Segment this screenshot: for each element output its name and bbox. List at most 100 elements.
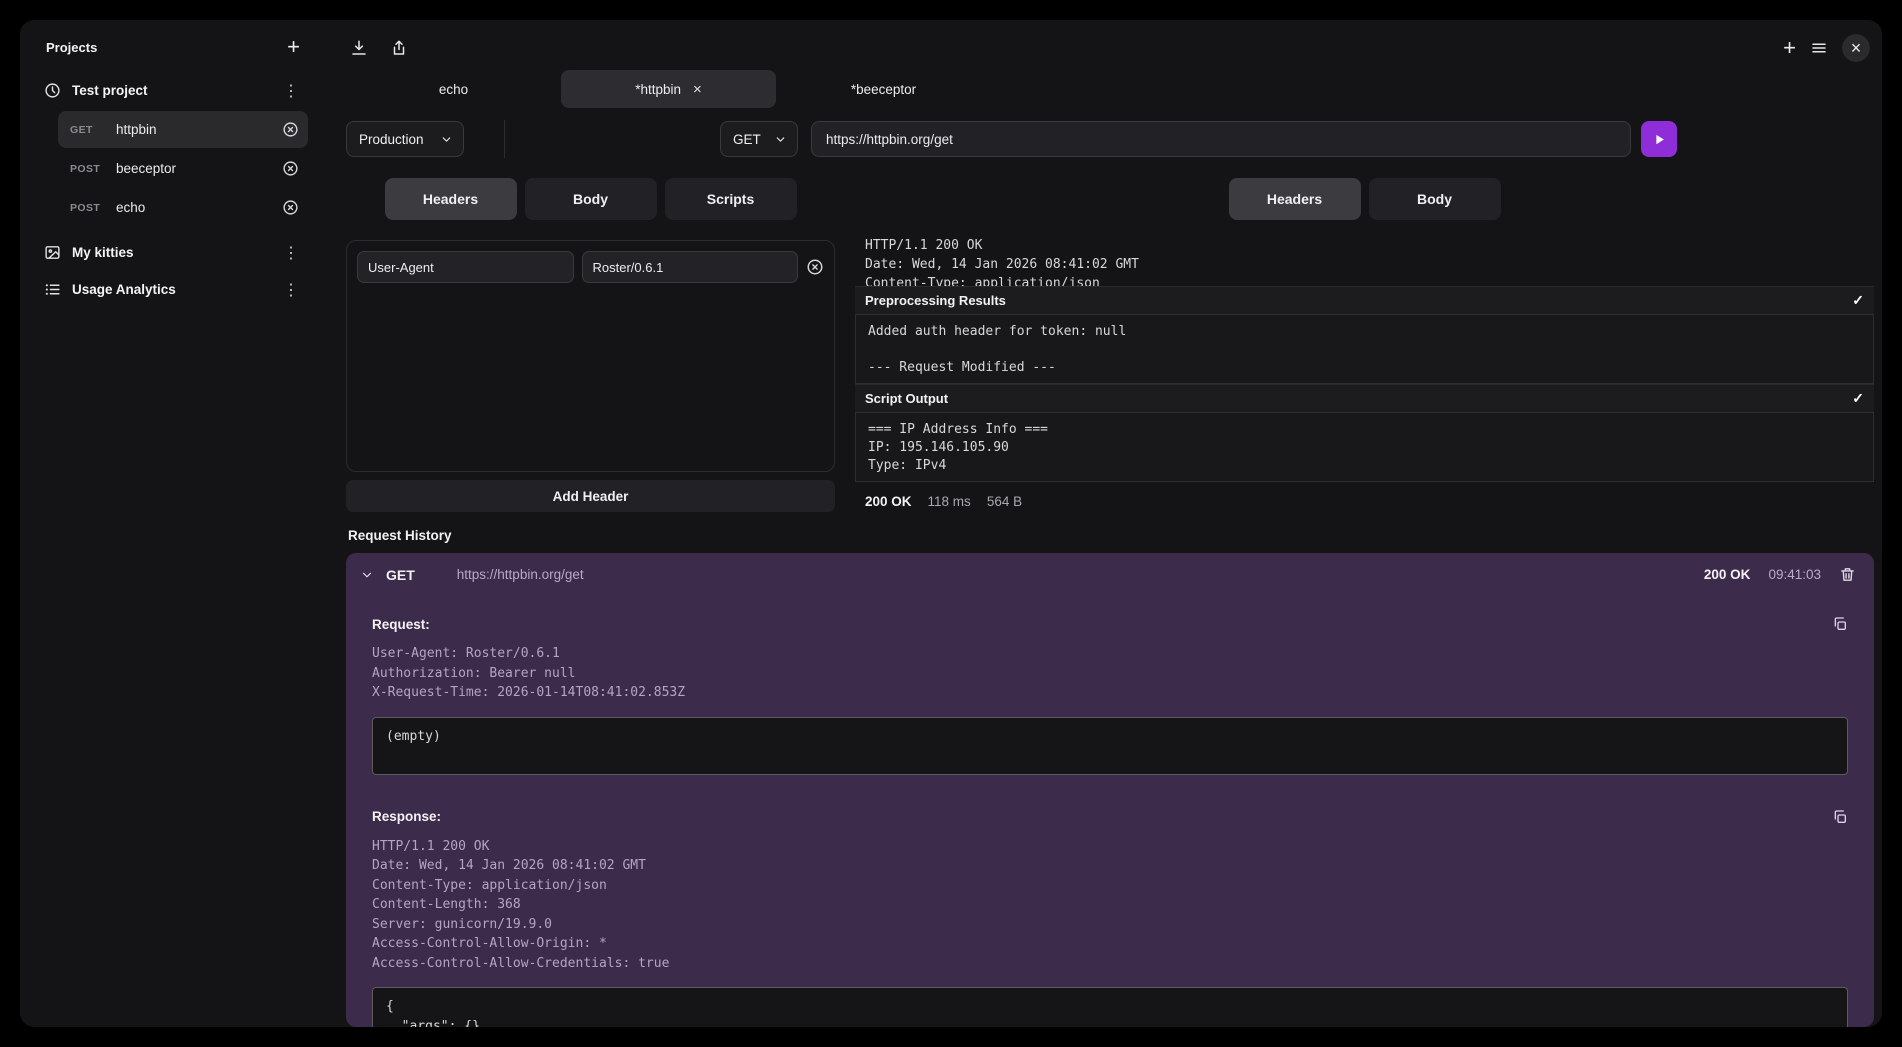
status-code: 200 OK <box>865 494 912 509</box>
request-panel-tabs: Headers Body Scripts <box>346 178 835 220</box>
header-key-input[interactable] <box>357 251 574 283</box>
sidebar-request-httpbin[interactable]: GET httpbin <box>58 111 308 148</box>
clock-icon <box>44 82 61 99</box>
main-area: + × echo *httpbin × *beeceptor Productio… <box>320 20 1882 1027</box>
check-icon: ✓ <box>1852 390 1864 407</box>
environment-value: Production <box>359 132 424 147</box>
check-icon: ✓ <box>1852 292 1864 309</box>
play-icon <box>1652 132 1667 147</box>
header-row <box>357 251 824 283</box>
tab-request-headers[interactable]: Headers <box>385 178 517 220</box>
project-name: My kitties <box>72 245 271 260</box>
environment-select[interactable]: Production <box>346 121 464 157</box>
response-panel: Headers Body HTTP/1.1 200 OK Date: Wed, … <box>855 178 1874 512</box>
method-select[interactable]: GET <box>720 121 798 157</box>
close-icon: × <box>1851 39 1862 57</box>
method-badge: GET <box>70 124 108 136</box>
tab-request-body[interactable]: Body <box>525 178 657 220</box>
request-bar: Production GET <box>346 120 1874 158</box>
request-label: Request: <box>372 617 430 632</box>
close-request-button[interactable] <box>282 121 299 138</box>
section-title: Script Output <box>865 391 948 406</box>
response-label-row: Response: <box>372 809 1848 825</box>
project-name: Usage Analytics <box>72 282 271 297</box>
history-response-headers: HTTP/1.1 200 OK Date: Wed, 14 Jan 2026 0… <box>372 837 1848 974</box>
history-method: GET <box>386 567 415 583</box>
menu-button[interactable] <box>1810 39 1828 57</box>
history-status: 200 OK <box>1704 567 1751 582</box>
close-request-button[interactable] <box>282 160 299 177</box>
tab-echo[interactable]: echo <box>346 70 561 108</box>
history-response-body: { "args": {}, "headers": { <box>372 987 1848 1027</box>
tab-beeceptor[interactable]: *beeceptor <box>776 70 991 108</box>
chevron-down-icon <box>440 133 453 146</box>
history-title: Request History <box>346 528 1874 543</box>
request-name: httpbin <box>116 122 274 137</box>
plus-icon: + <box>287 36 300 58</box>
status-size: 564 B <box>987 494 1022 509</box>
chevron-down-icon <box>360 568 374 582</box>
request-name: echo <box>116 200 274 215</box>
header-value-input[interactable] <box>582 251 799 283</box>
sidebar-item-my-kitties[interactable]: My kitties ⋮ <box>32 234 308 271</box>
preprocessing-output: Added auth header for token: null --- Re… <box>855 314 1874 384</box>
remove-header-button[interactable] <box>806 258 824 276</box>
hamburger-icon <box>1810 39 1828 57</box>
history-entry-header[interactable]: GET https://httpbin.org/get 200 OK 09:41… <box>346 553 1874 596</box>
tab-request-scripts[interactable]: Scripts <box>665 178 797 220</box>
close-window-button[interactable]: × <box>1842 34 1870 62</box>
project-menu-button[interactable]: ⋮ <box>282 243 300 263</box>
copy-request-button[interactable] <box>1832 616 1848 632</box>
response-status-row: 200 OK 118 ms 564 B <box>855 494 1874 509</box>
response-panel-tabs: Headers Body <box>855 178 1874 220</box>
script-output-section-header[interactable]: Script Output ✓ <box>855 384 1874 412</box>
url-input[interactable] <box>811 121 1631 157</box>
add-project-button[interactable]: + <box>287 36 300 58</box>
sidebar: Projects + Test project ⋮ GET httpbin PO… <box>20 20 320 1027</box>
project-menu-button[interactable]: ⋮ <box>282 280 300 300</box>
tab-label: echo <box>439 82 468 97</box>
tab-label: *beeceptor <box>851 82 916 97</box>
add-header-button[interactable]: Add Header <box>346 480 835 512</box>
headers-editor <box>346 240 835 472</box>
send-button[interactable] <box>1641 121 1677 157</box>
new-tab-button[interactable]: + <box>1783 37 1796 59</box>
kebab-icon: ⋮ <box>282 81 300 101</box>
method-badge: POST <box>70 163 108 175</box>
copy-response-button[interactable] <box>1832 809 1848 825</box>
chevron-down-icon <box>774 133 787 146</box>
tab-response-body[interactable]: Body <box>1369 178 1501 220</box>
sidebar-item-usage-analytics[interactable]: Usage Analytics ⋮ <box>32 271 308 308</box>
import-button[interactable] <box>350 39 368 57</box>
history-request-body: (empty) <box>372 717 1848 775</box>
sidebar-request-echo[interactable]: POST echo <box>58 189 308 226</box>
panels: Headers Body Scripts Add Header <box>346 178 1874 512</box>
response-label: Response: <box>372 809 441 824</box>
download-icon <box>350 39 368 57</box>
request-name: beeceptor <box>116 161 274 176</box>
tab-response-headers[interactable]: Headers <box>1229 178 1361 220</box>
app-window: Projects + Test project ⋮ GET httpbin PO… <box>20 20 1882 1027</box>
sidebar-header: Projects + <box>32 36 308 72</box>
section-title: Preprocessing Results <box>865 293 1006 308</box>
tabstrip: echo *httpbin × *beeceptor <box>346 70 1874 108</box>
project-name: Test project <box>72 83 271 98</box>
status-duration: 118 ms <box>928 494 971 509</box>
history-entry-card: GET https://httpbin.org/get 200 OK 09:41… <box>346 553 1874 1027</box>
script-output: === IP Address Info === IP: 195.146.105.… <box>855 412 1874 482</box>
tab-httpbin[interactable]: *httpbin × <box>561 70 776 108</box>
history-request-headers: User-Agent: Roster/0.6.1 Authorization: … <box>372 644 1848 703</box>
project-menu-button[interactable]: ⋮ <box>282 81 300 101</box>
delete-history-button[interactable] <box>1839 566 1856 583</box>
sidebar-request-beeceptor[interactable]: POST beeceptor <box>58 150 308 187</box>
plus-icon: + <box>1783 37 1796 59</box>
request-panel: Headers Body Scripts Add Header <box>346 178 835 512</box>
toolbar-right: + × <box>1783 34 1874 62</box>
request-bar-divider <box>504 120 505 158</box>
close-tab-icon[interactable]: × <box>693 81 702 98</box>
export-button[interactable] <box>390 39 408 57</box>
close-request-button[interactable] <box>282 199 299 216</box>
preprocessing-section-header[interactable]: Preprocessing Results ✓ <box>855 286 1874 314</box>
share-icon <box>390 39 408 57</box>
sidebar-item-test-project[interactable]: Test project ⋮ <box>32 72 308 109</box>
